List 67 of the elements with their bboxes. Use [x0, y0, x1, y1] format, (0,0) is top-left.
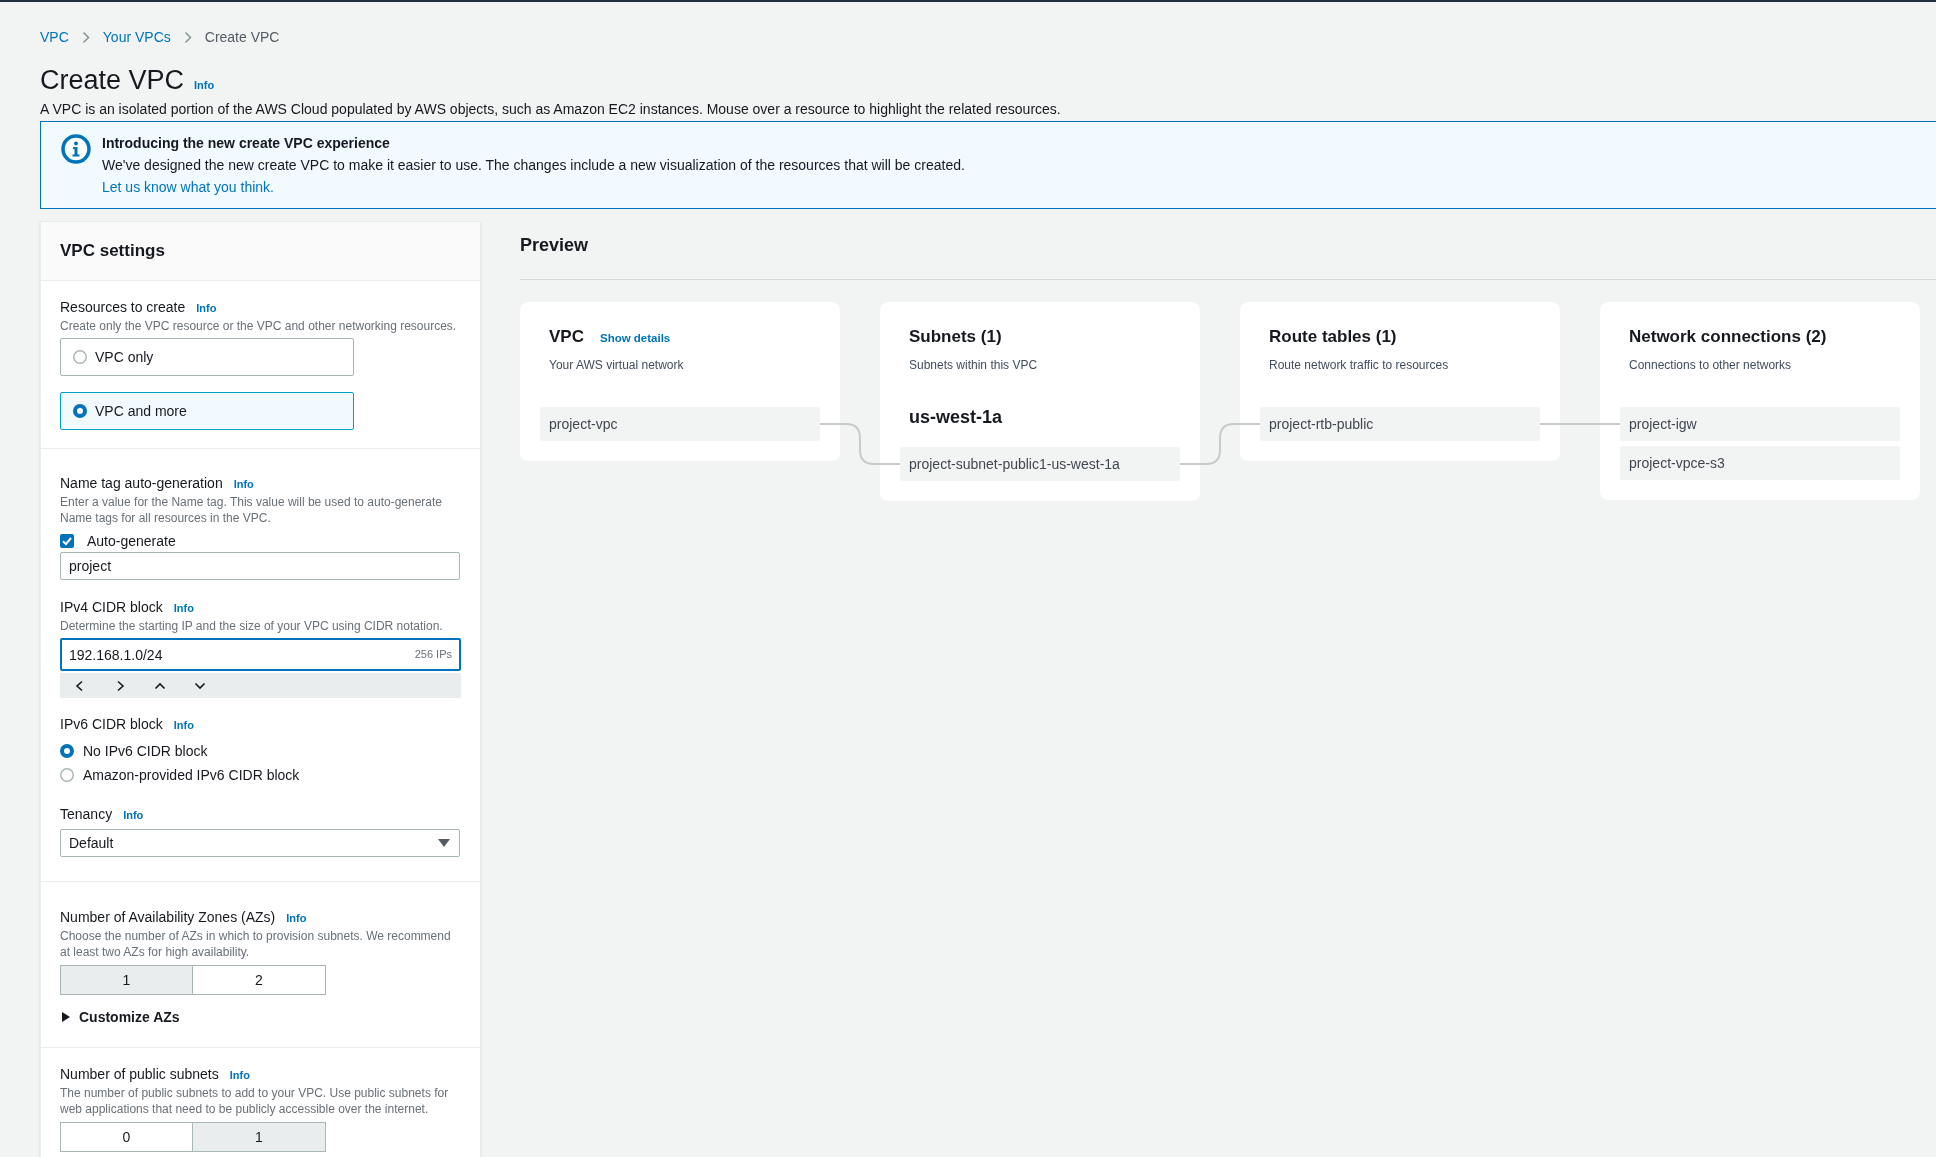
- field-description: Determine the starting IP and the size of your VPC using CIDR notation.: [60, 618, 444, 634]
- field-label: Number of Availability Zones (AZs): [60, 908, 276, 927]
- chevron-right-icon: [183, 30, 192, 44]
- info-link[interactable]: Info: [173, 715, 194, 735]
- radio-button[interactable]: [60, 744, 74, 758]
- info-link[interactable]: Info: [173, 598, 194, 618]
- resource-item: project-vpce-s3: [1620, 446, 1900, 480]
- card-subtitle: Your AWS virtual network: [549, 357, 685, 373]
- caret-down-icon: [438, 839, 450, 847]
- card-subtitle: Route network traffic to resources: [1269, 357, 1450, 373]
- info-link[interactable]: Info: [194, 79, 215, 91]
- radio-icon: [73, 350, 87, 364]
- info-link[interactable]: Info: [123, 805, 144, 825]
- radio-button[interactable]: [60, 768, 74, 782]
- field-label: Number of public subnets: [60, 1065, 219, 1084]
- checkbox[interactable]: [60, 534, 74, 548]
- radio-tile[interactable]: VPC and more: [60, 392, 354, 430]
- resource-item: project-rtb-public: [1260, 407, 1540, 441]
- card-subtitle: Connections to other networks: [1629, 357, 1793, 373]
- radio-label: No IPv6 CIDR block: [83, 743, 208, 759]
- segment-option[interactable]: 1: [193, 1122, 326, 1152]
- zone-heading: us-west-1a: [909, 406, 1004, 429]
- field-description: Enter a value for the Name tag. This value will be used to auto-generate Name tags for all resources in the VPC.: [60, 494, 443, 526]
- card-title: Route tables (1): [1269, 326, 1397, 348]
- resource-item: project-subnet-public1-us-west-1a: [900, 447, 1180, 481]
- alert-message: We've designed the new create VPC to make it easier to use. The changes include a new visualization of the resources that will be created.: [102, 156, 965, 175]
- name-tag-input[interactable]: project: [60, 552, 460, 580]
- chevron-right-icon: [81, 30, 90, 44]
- field-label: IPv4 CIDR block: [60, 598, 163, 617]
- page-title: Create VPC: [40, 64, 185, 97]
- tenancy-dropdown[interactable]: Default: [60, 829, 460, 857]
- field-label: IPv6 CIDR block: [60, 715, 163, 734]
- field-label: Resources to create: [60, 298, 186, 317]
- preview-title: Preview: [520, 234, 589, 257]
- info-link[interactable]: Info: [229, 1065, 250, 1085]
- breadcrumb-current: Create VPC: [204, 28, 280, 47]
- info-icon: [61, 134, 91, 164]
- card-title: Network connections (2): [1629, 326, 1827, 348]
- expander-toggle[interactable]: Customize AZs: [60, 1007, 180, 1027]
- feedback-link[interactable]: Let us know what you think.: [102, 179, 274, 195]
- field-label: Name tag auto-generation: [60, 474, 223, 493]
- segment-option[interactable]: 2: [193, 965, 326, 995]
- info-link[interactable]: Info: [196, 298, 217, 318]
- info-link[interactable]: Info: [233, 474, 254, 494]
- segment-option[interactable]: 1: [60, 965, 193, 995]
- info-link[interactable]: Info: [286, 908, 307, 928]
- alert-title: Introducing the new create VPC experience: [102, 134, 391, 153]
- card-title: VPC: [549, 326, 584, 348]
- show-details-link[interactable]: Show details: [599, 332, 671, 344]
- panel-title: VPC settings: [60, 241, 165, 261]
- breadcrumb-link[interactable]: VPC: [40, 27, 69, 47]
- card-subtitle: Subnets within this VPC: [909, 357, 1039, 373]
- field-description: The number of public subnets to add to your VPC. Use public subnets for web applications that need to be publicly accessible over the internet.: [60, 1085, 450, 1117]
- field-label: Tenancy: [60, 805, 113, 824]
- radio-label: Amazon-provided IPv6 CIDR block: [83, 767, 300, 783]
- segment-option[interactable]: 0: [60, 1122, 193, 1152]
- field-description: Choose the number of AZs in which to provision subnets. We recommend at least two AZs for high availability.: [60, 928, 452, 960]
- field-description: Create only the VPC resource or the VPC and other networking resources.: [60, 318, 458, 334]
- radio-icon: [73, 404, 87, 418]
- checkbox-label: Auto-generate: [87, 533, 176, 549]
- breadcrumb-link[interactable]: Your VPCs: [102, 27, 171, 47]
- ip-count: 256 IPs: [414, 647, 452, 662]
- card-title: Subnets (1): [909, 326, 1002, 348]
- radio-tile[interactable]: VPC only: [60, 338, 354, 376]
- resource-item: project-vpc: [540, 407, 820, 441]
- resource-item: project-igw: [1620, 407, 1900, 441]
- page-description: A VPC is an isolated portion of the AWS Cloud populated by AWS objects, such as Amazon EC2 instances. Mouse over a resource to highlight the related resources.: [40, 100, 1062, 119]
